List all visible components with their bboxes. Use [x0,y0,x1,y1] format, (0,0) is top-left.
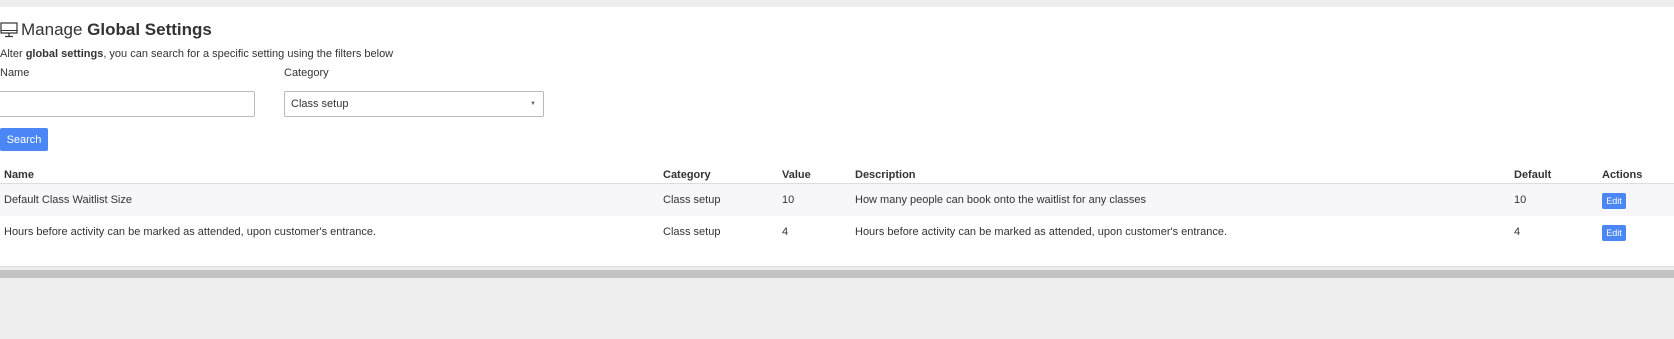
cell-name: Default Class Waitlist Size [4,194,132,206]
table-row: Default Class Waitlist Size Class setup … [0,183,1674,217]
category-select[interactable]: Class setup ▼ [284,91,544,117]
edit-button[interactable]: Edit [1602,225,1626,241]
table-row: Hours before activity can be marked as a… [0,216,1674,267]
column-header-actions: Actions [1602,169,1643,181]
column-header-description: Description [855,169,916,181]
page-header: Manage Global Settings [0,18,212,42]
edit-button[interactable]: Edit [1602,193,1626,209]
cell-value: 4 [782,226,789,238]
column-header-value: Value [782,169,811,181]
cell-description: Hours before activity can be marked as a… [855,226,1228,238]
cell-name: Hours before activity can be marked as a… [4,226,377,238]
monitor-icon [0,21,18,39]
page-footer-area [0,278,1674,339]
name-filter-input[interactable] [0,91,255,117]
column-header-name: Name [4,169,34,181]
column-header-category: Category [663,169,711,181]
category-filter-label: Category [284,67,329,79]
cell-category: Class setup [663,226,721,238]
cell-value: 10 [782,194,795,206]
category-select-value: Class setup [291,98,349,110]
horizontal-scrollbar[interactable] [0,270,1674,278]
column-header-default: Default [1514,169,1552,181]
top-strip [0,0,1674,7]
search-button[interactable]: Search [0,128,48,151]
chevron-down-icon: ▼ [530,101,536,107]
cell-description: How many people can book onto the waitli… [855,194,1147,206]
page-subtitle: Alter global settings, you can search fo… [0,48,394,60]
name-filter-label: Name [0,67,30,79]
page-title: Manage Global Settings [21,20,212,39]
cell-default: 4 [1514,226,1521,238]
cell-default: 10 [1514,194,1527,206]
cell-category: Class setup [663,194,721,206]
